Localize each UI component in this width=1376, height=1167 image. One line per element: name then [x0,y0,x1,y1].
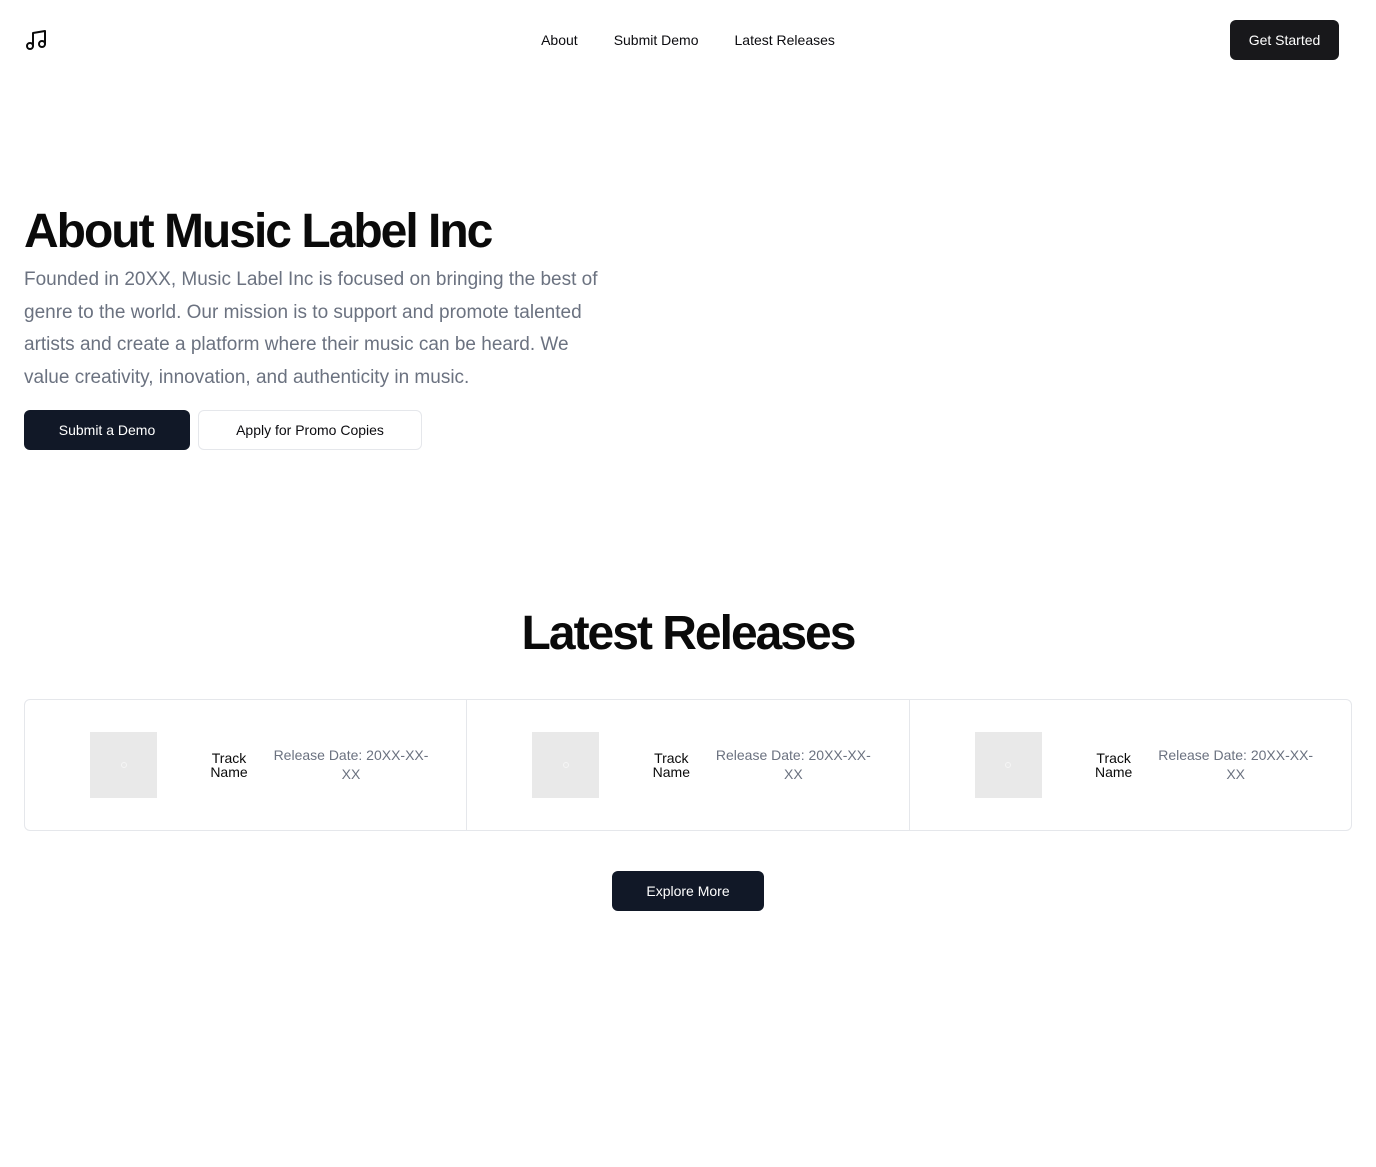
nav-link-latest-releases[interactable]: Latest Releases [735,30,835,50]
release-date: Release Date: 20XX-XX-XX [1158,747,1314,782]
submit-demo-button[interactable]: Submit a Demo [24,410,190,450]
track-name: Track Name [210,750,248,780]
about-description: Founded in 20XX, Music Label Inc is focu… [24,269,598,388]
release-date: Release Date: 20XX-XX-XX [715,747,871,782]
nav-link-about[interactable]: About [541,30,578,50]
release-date: Release Date: 20XX-XX-XX [273,747,429,782]
explore-more-button[interactable]: Explore More [612,871,764,911]
releases-heading: Latest Releases [521,607,857,660]
get-started-button[interactable]: Get Started [1230,20,1339,60]
track-name: Track Name [652,750,690,780]
image-placeholder-icon [562,762,569,768]
releases-list: Track Name Release Date: 20XX-XX-XX Trac… [24,699,1352,831]
apply-promo-button[interactable]: Apply for Promo Copies [198,410,422,450]
nav-link-submit-demo[interactable]: Submit Demo [614,30,699,50]
album-cover-placeholder [90,732,157,798]
album-cover-placeholder [532,732,600,798]
page-title: About Music Label Inc [24,205,493,258]
release-card[interactable]: Track Name Release Date: 20XX-XX-XX [467,700,910,830]
release-card[interactable]: Track Name Release Date: 20XX-XX-XX [910,700,1351,830]
track-name: Track Name [1094,750,1133,780]
release-card[interactable]: Track Name Release Date: 20XX-XX-XX [25,700,468,830]
image-placeholder-icon [120,762,127,768]
album-cover-placeholder [974,732,1042,798]
image-placeholder-icon [1005,762,1012,768]
site-header: About Submit Demo Latest Releases Get St… [0,0,1376,80]
main-nav: About Submit Demo Latest Releases [0,30,1376,50]
hero-actions: Submit a Demo Apply for Promo Copies [24,410,624,450]
about-section: About Music Label Inc Founded in 20XX, M… [24,204,624,450]
